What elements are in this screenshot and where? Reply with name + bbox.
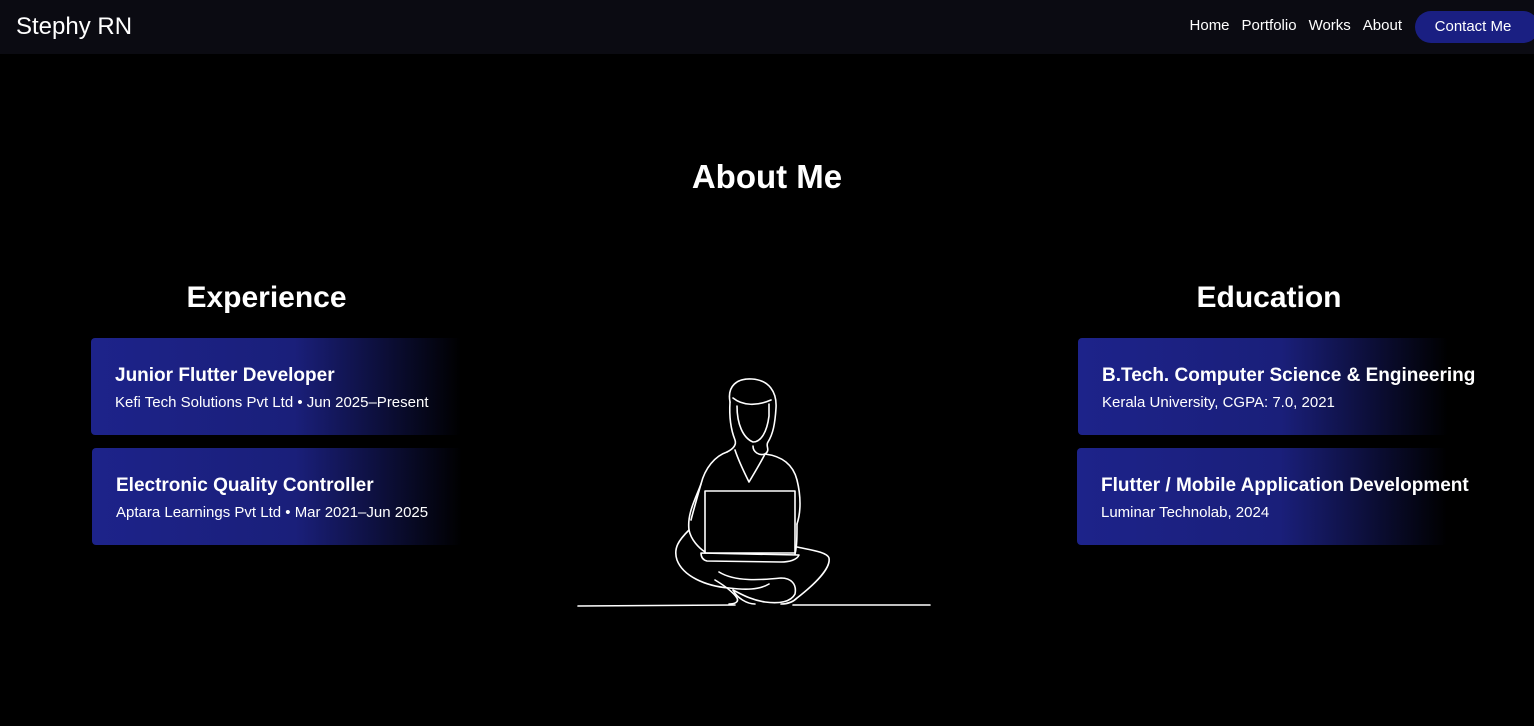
card-title: Flutter / Mobile Application Development (1101, 475, 1469, 496)
education-heading: Education (1196, 281, 1342, 314)
woman-laptop-illustration (577, 378, 931, 607)
nav-links: Home Portfolio Works About (1190, 16, 1402, 36)
card-title: B.Tech. Computer Science & Engineering (1102, 365, 1476, 386)
nav-link-about[interactable]: About (1363, 16, 1402, 36)
card-subtitle: Kerala University, CGPA: 7.0, 2021 (1102, 394, 1335, 411)
card-subtitle: Aptara Learnings Pvt Ltd • Mar 2021–Jun … (116, 504, 429, 521)
experience-card: Junior Flutter Developer Kefi Tech Solut… (91, 338, 461, 435)
nav-link-portfolio[interactable]: Portfolio (1242, 16, 1297, 36)
card-title: Electronic Quality Controller (116, 475, 374, 496)
nav-link-home[interactable]: Home (1190, 16, 1230, 36)
contact-me-button[interactable]: Contact Me (1415, 11, 1534, 43)
navbar: Stephy RN Home Portfolio Works About Con… (0, 0, 1534, 54)
experience-heading: Experience (186, 281, 347, 314)
brand-logo-text[interactable]: Stephy RN (16, 12, 132, 42)
page-title: About Me (691, 158, 843, 195)
nav-link-works[interactable]: Works (1309, 16, 1351, 36)
card-subtitle: Luminar Technolab, 2024 (1101, 504, 1270, 521)
education-card: B.Tech. Computer Science & Engineering K… (1078, 338, 1476, 435)
experience-card: Electronic Quality Controller Aptara Lea… (92, 448, 462, 545)
education-card: Flutter / Mobile Application Development… (1077, 448, 1469, 545)
card-subtitle: Kefi Tech Solutions Pvt Ltd • Jun 2025–P… (115, 394, 429, 411)
card-title: Junior Flutter Developer (115, 365, 335, 386)
